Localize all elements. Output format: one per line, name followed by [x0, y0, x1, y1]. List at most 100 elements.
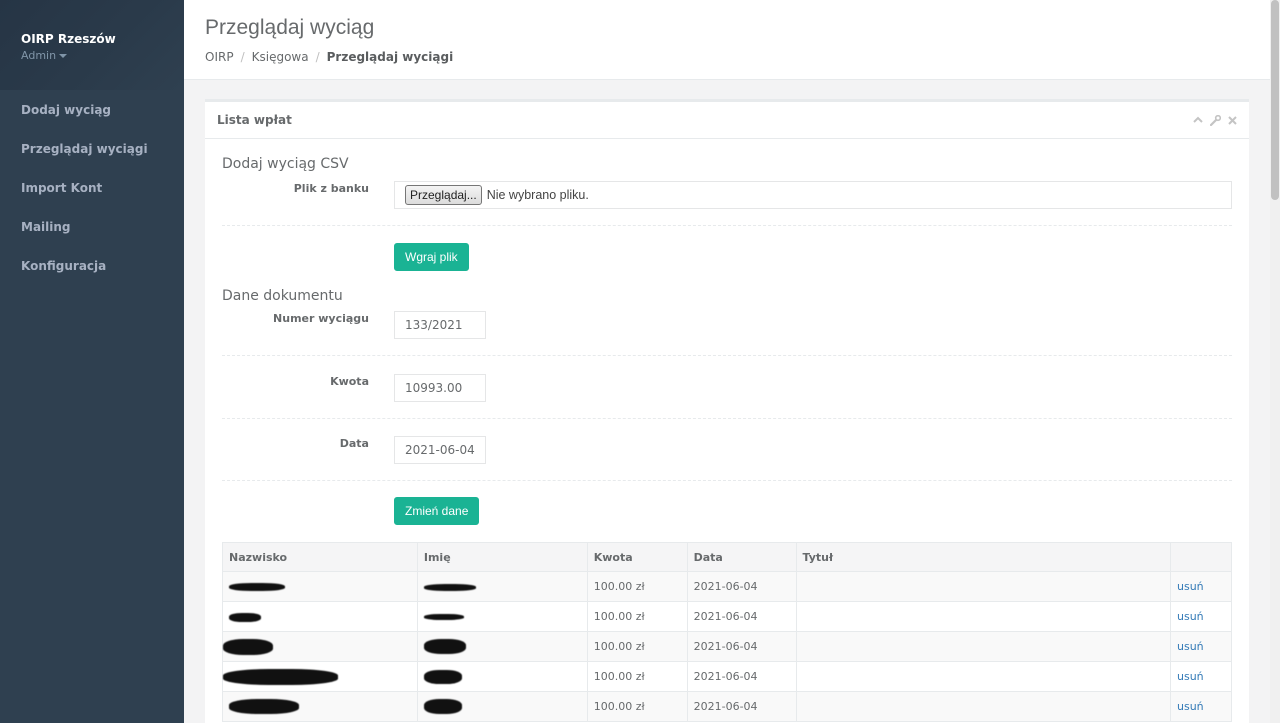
date-row: Data 2021-06-04	[222, 436, 1232, 464]
cell-nazwisko-redacted	[222, 691, 418, 722]
payments-table: Nazwisko Imię Kwota Data Tytuł 100.00 zł…	[222, 542, 1232, 722]
divider	[222, 355, 1232, 356]
sidebar-item-label: Konfiguracja	[21, 258, 107, 273]
number-label: Numer wyciągu	[273, 312, 369, 325]
cell-nazwisko-redacted	[222, 661, 418, 692]
cell-imie-redacted	[416, 601, 588, 632]
cell-data: 2021-06-04	[686, 571, 797, 602]
divider	[222, 418, 1232, 419]
table-row: 100.00 zł 2021-06-04 usuń	[222, 601, 1232, 632]
cell-nazwisko-redacted	[222, 571, 418, 602]
divider	[222, 225, 1232, 226]
panel-body: Dodaj wyciąg CSV Plik z banku Przeglądaj…	[205, 139, 1249, 722]
date-label: Data	[339, 437, 369, 450]
delete-link[interactable]: usuń	[1177, 670, 1204, 683]
upload-file-button[interactable]: Wgraj plik	[394, 243, 469, 271]
close-icon[interactable]	[1228, 115, 1237, 125]
amount-row: Kwota 10993.00	[222, 374, 1232, 402]
cell-imie-redacted	[416, 631, 588, 662]
cell-nazwisko-redacted	[222, 601, 418, 632]
cell-tytul	[795, 631, 1172, 662]
file-input[interactable]: Przeglądaj... Nie wybrano pliku.	[394, 181, 1232, 209]
sidebar-item-konfiguracja[interactable]: Konfiguracja	[0, 246, 184, 285]
cell-kwota: 100.00 zł	[586, 601, 688, 632]
number-row: Numer wyciągu 133/2021	[222, 311, 1232, 339]
cell-tytul	[795, 691, 1172, 722]
breadcrumb-item-current: Przeglądaj wyciągi	[326, 50, 454, 64]
upload-submit-row: Wgraj plik	[222, 243, 1232, 271]
file-label: Plik z banku	[293, 182, 369, 195]
delete-link[interactable]: usuń	[1177, 610, 1204, 623]
sidebar-item-dodaj-wyciag[interactable]: Dodaj wyciąg	[0, 90, 184, 129]
col-tytul[interactable]: Tytuł	[795, 542, 1172, 572]
sidebar-nav: Dodaj wyciąg Przeglądaj wyciągi Import K…	[0, 90, 184, 285]
delete-link[interactable]: usuń	[1177, 580, 1204, 593]
role-label: Admin	[21, 49, 57, 62]
amount-label: Kwota	[330, 375, 369, 388]
sidebar-item-przegladaj-wyciagi[interactable]: Przeglądaj wyciągi	[0, 129, 184, 168]
document-section-title: Dane dokumentu	[222, 288, 343, 304]
panel-title: Lista wpłat	[217, 113, 292, 127]
delete-link[interactable]: usuń	[1177, 640, 1204, 653]
cell-imie-redacted	[416, 661, 588, 692]
role-dropdown[interactable]: Admin	[21, 49, 184, 62]
cell-nazwisko-redacted	[222, 631, 418, 662]
wrench-icon[interactable]	[1210, 114, 1221, 126]
col-data[interactable]: Data	[686, 542, 797, 572]
breadcrumb: OIRP / Księgowa / Przeglądaj wyciągi	[205, 50, 1250, 64]
file-row: Plik z banku Przeglądaj... Nie wybrano p…	[222, 181, 1232, 209]
cell-kwota: 100.00 zł	[586, 571, 688, 602]
cell-data: 2021-06-04	[686, 661, 797, 692]
cell-tytul	[795, 601, 1172, 632]
breadcrumb-item-ksiegowa[interactable]: Księgowa	[252, 50, 309, 64]
breadcrumb-item-oirp[interactable]: OIRP	[205, 50, 234, 64]
delete-link[interactable]: usuń	[1177, 700, 1204, 713]
page-heading: Przeglądaj wyciąg OIRP / Księgowa / Prze…	[184, 0, 1270, 80]
change-submit-row: Zmień dane	[222, 497, 1232, 525]
cell-tytul	[795, 661, 1172, 692]
sidebar-item-import-kont[interactable]: Import Kont	[0, 168, 184, 207]
panel-header: Lista wpłat	[205, 102, 1249, 139]
sidebar-item-mailing[interactable]: Mailing	[0, 207, 184, 246]
org-name: OIRP Rzeszów	[21, 32, 116, 46]
page-scrollbar[interactable]	[1270, 0, 1280, 723]
cell-data: 2021-06-04	[686, 691, 797, 722]
table-row: 100.00 zł 2021-06-04 usuń	[222, 631, 1232, 662]
date-input[interactable]: 2021-06-04	[394, 436, 486, 464]
chevron-up-icon[interactable]	[1193, 116, 1203, 124]
cell-tytul	[795, 571, 1172, 602]
cell-data: 2021-06-04	[686, 631, 797, 662]
payments-panel: Lista wpłat Dodaj wyciąg CSV Plik z bank…	[205, 99, 1249, 723]
col-actions	[1170, 542, 1232, 572]
col-imie[interactable]: Imię	[416, 542, 588, 572]
cell-kwota: 100.00 zł	[586, 631, 688, 662]
main-area: Przeglądaj wyciąg OIRP / Księgowa / Prze…	[184, 0, 1270, 723]
no-file-text: Nie wybrano pliku.	[486, 188, 589, 202]
page-title: Przeglądaj wyciąg	[205, 16, 375, 39]
col-kwota[interactable]: Kwota	[586, 542, 688, 572]
table-row: 100.00 zł 2021-06-04 usuń	[222, 661, 1232, 692]
sidebar-item-label: Dodaj wyciąg	[21, 102, 112, 117]
caret-down-icon	[59, 53, 68, 58]
table-row: 100.00 zł 2021-06-04 usuń	[222, 571, 1232, 602]
amount-input[interactable]: 10993.00	[394, 374, 486, 402]
cell-data: 2021-06-04	[686, 601, 797, 632]
sidebar-item-label: Mailing	[21, 219, 71, 234]
table-header-row: Nazwisko Imię Kwota Data Tytuł	[222, 542, 1232, 572]
browse-button[interactable]: Przeglądaj...	[405, 185, 482, 205]
sidebar: OIRP Rzeszów Admin Dodaj wyciąg Przegląd…	[0, 0, 184, 723]
col-nazwisko[interactable]: Nazwisko	[222, 542, 418, 572]
divider	[222, 480, 1232, 481]
cell-imie-redacted	[416, 691, 588, 722]
cell-kwota: 100.00 zł	[586, 661, 688, 692]
cell-imie-redacted	[416, 571, 588, 602]
upload-section-title: Dodaj wyciąg CSV	[222, 156, 349, 172]
scrollbar-thumb[interactable]	[1271, 0, 1279, 200]
table-row: 100.00 zł 2021-06-04 usuń	[222, 691, 1232, 722]
change-data-button[interactable]: Zmień dane	[394, 497, 480, 525]
sidebar-item-label: Przeglądaj wyciągi	[21, 141, 148, 156]
profile-block: OIRP Rzeszów Admin	[0, 0, 184, 90]
sidebar-item-label: Import Kont	[21, 180, 103, 195]
breadcrumb-separator: /	[315, 50, 320, 64]
statement-number-input[interactable]: 133/2021	[394, 311, 486, 339]
